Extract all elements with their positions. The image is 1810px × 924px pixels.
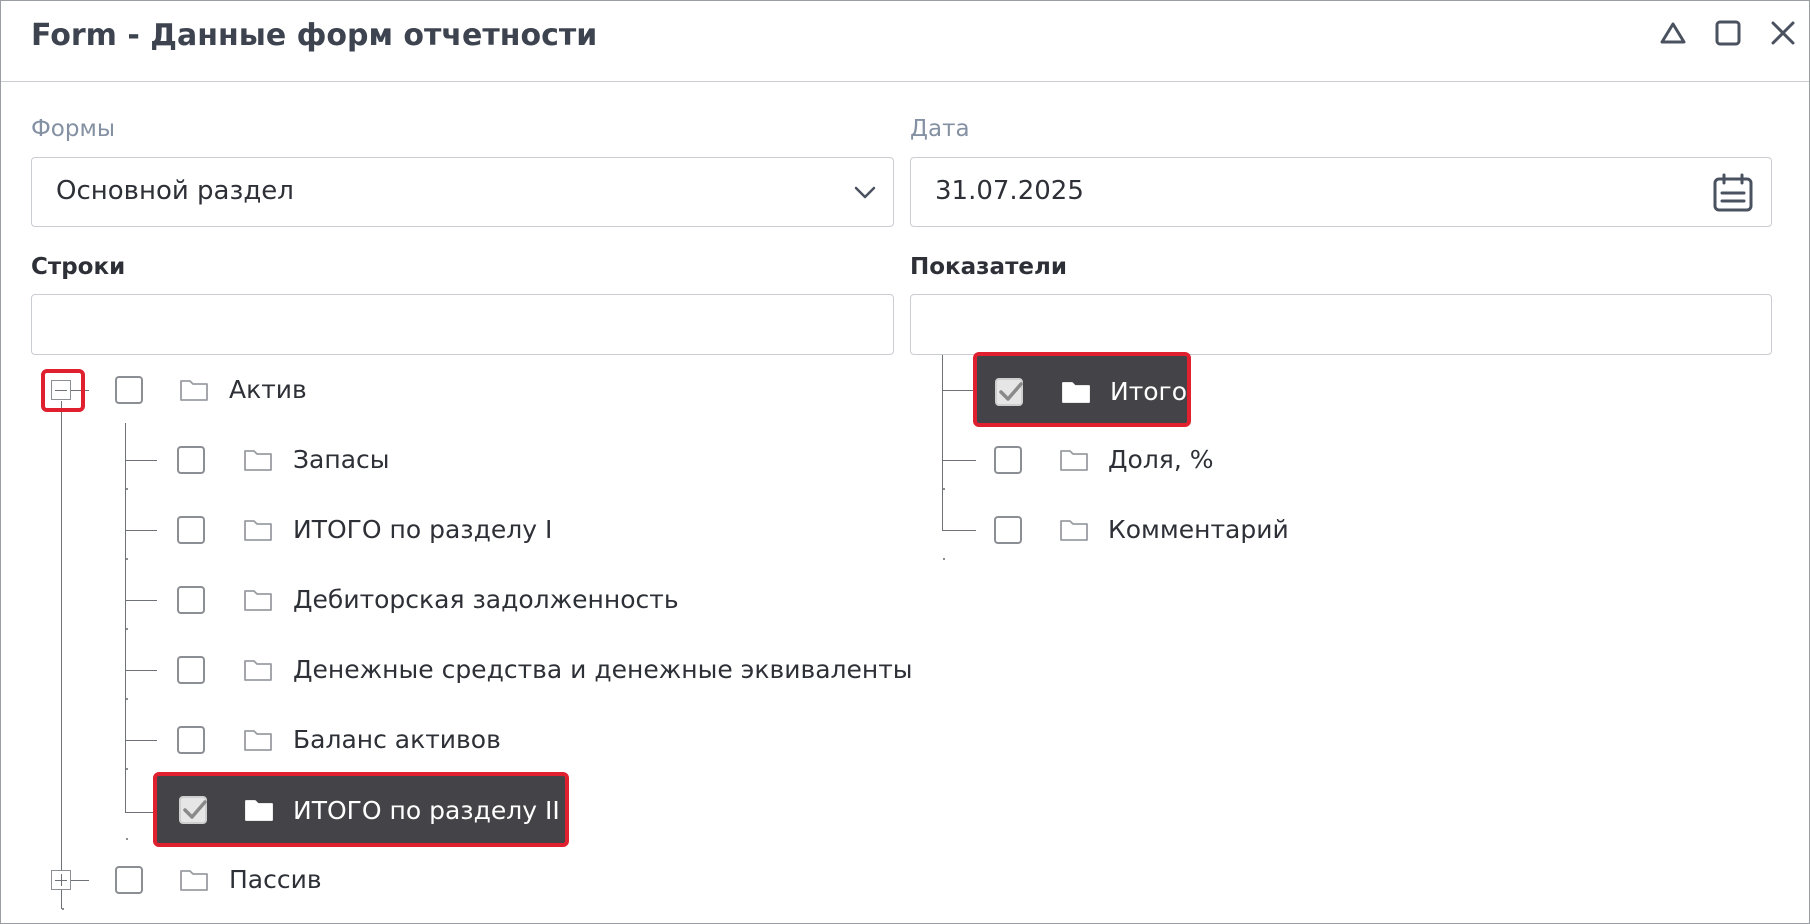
folder-icon [1062,382,1090,403]
tree-connector [125,530,157,531]
date-input[interactable]: 31.07.2025 [910,157,1772,227]
close-icon [1771,21,1795,45]
tree-dot [126,838,128,840]
rows-section-label: Строки [31,254,126,280]
selected-tree-node[interactable]: ИТОГО по разделу II [153,772,569,847]
folder-icon [1060,450,1088,471]
tree-node-label[interactable]: Комментарий [1108,515,1289,544]
forms-select-value: Основной раздел [56,176,294,206]
folder-icon [244,590,272,611]
tree-dot [943,488,945,490]
checkbox-cash[interactable] [177,656,205,684]
checkbox-itogo-1[interactable] [177,516,205,544]
collapse-toggle-active[interactable] [51,380,71,400]
folder-icon [180,380,208,401]
tree-connector [61,401,62,909]
folder-icon [245,800,273,821]
checkbox-itogo-indicator-checked[interactable] [995,378,1023,406]
tree-node-label[interactable]: Запасы [293,445,390,474]
checkbox-active[interactable] [115,376,143,404]
tree-connector [125,460,157,461]
folder-icon [1060,520,1088,541]
tree-connector [125,600,157,601]
maximize-icon [1715,20,1741,46]
tree-node-label[interactable]: Доля, % [1108,445,1214,474]
rows-filter-input[interactable] [31,294,894,355]
maximize-button[interactable] [1708,13,1748,53]
forms-label: Формы [31,116,115,142]
tree-connector [125,423,126,813]
tree-node-label[interactable]: Дебиторская задолженность [293,585,679,614]
expand-toggle-passive[interactable] [51,870,71,890]
indicators-section-label: Показатели [910,254,1067,280]
calendar-icon[interactable] [1711,172,1755,214]
date-label: Дата [910,116,970,142]
close-button[interactable] [1763,13,1803,53]
tree-dot [62,908,64,910]
tree-connector [942,355,943,531]
folder-icon [244,450,272,471]
checkbox-zapasy[interactable] [177,446,205,474]
collapse-button[interactable] [1653,13,1693,53]
tree-connector [125,740,157,741]
tree-dot [126,488,128,490]
folder-icon [180,870,208,891]
tree-dot [126,698,128,700]
title-bar: Form - Данные форм отчетности [1,1,1809,82]
window-title: Form - Данные форм отчетности [31,18,598,53]
tree-node-label[interactable]: Баланс активов [293,725,501,754]
tree-node-label: ИТОГО по разделу II [293,796,560,825]
checkbox-balance[interactable] [177,726,205,754]
tree-dot [126,558,128,560]
checkbox-share[interactable] [994,446,1022,474]
tree-node-label: Итого [1110,377,1187,406]
chevron-down-icon [854,186,876,199]
date-value: 31.07.2025 [935,176,1084,206]
checkbox-comment[interactable] [994,516,1022,544]
tree-connector [125,670,157,671]
forms-select[interactable]: Основной раздел [31,157,894,227]
tree-connector [942,460,976,461]
tree-dot [943,558,945,560]
folder-icon [244,730,272,751]
folder-icon [244,520,272,541]
tree-node-label[interactable]: Пассив [229,865,322,894]
tree-node-label[interactable]: ИТОГО по разделу I [293,515,552,544]
checkbox-passive[interactable] [115,866,143,894]
checkbox-itogo-2-checked[interactable] [179,796,207,824]
tree-dot [126,628,128,630]
dialog-window: Form - Данные форм отчетности Формы Осно… [0,0,1810,924]
checkbox-debitor[interactable] [177,586,205,614]
tree-node-label[interactable]: Актив [229,375,307,404]
tree-connector [71,880,89,881]
indicators-filter-input[interactable] [910,294,1772,355]
collapse-icon [1660,22,1686,44]
tree-node-label[interactable]: Денежные средства и денежные эквиваленты [293,655,913,684]
folder-icon [244,660,272,681]
check-icon [999,382,1023,401]
tree-connector [942,390,976,391]
tree-dot [126,768,128,770]
check-icon [183,800,207,819]
selected-indicator-node[interactable]: Итого [973,352,1191,427]
tree-connector [942,530,976,531]
